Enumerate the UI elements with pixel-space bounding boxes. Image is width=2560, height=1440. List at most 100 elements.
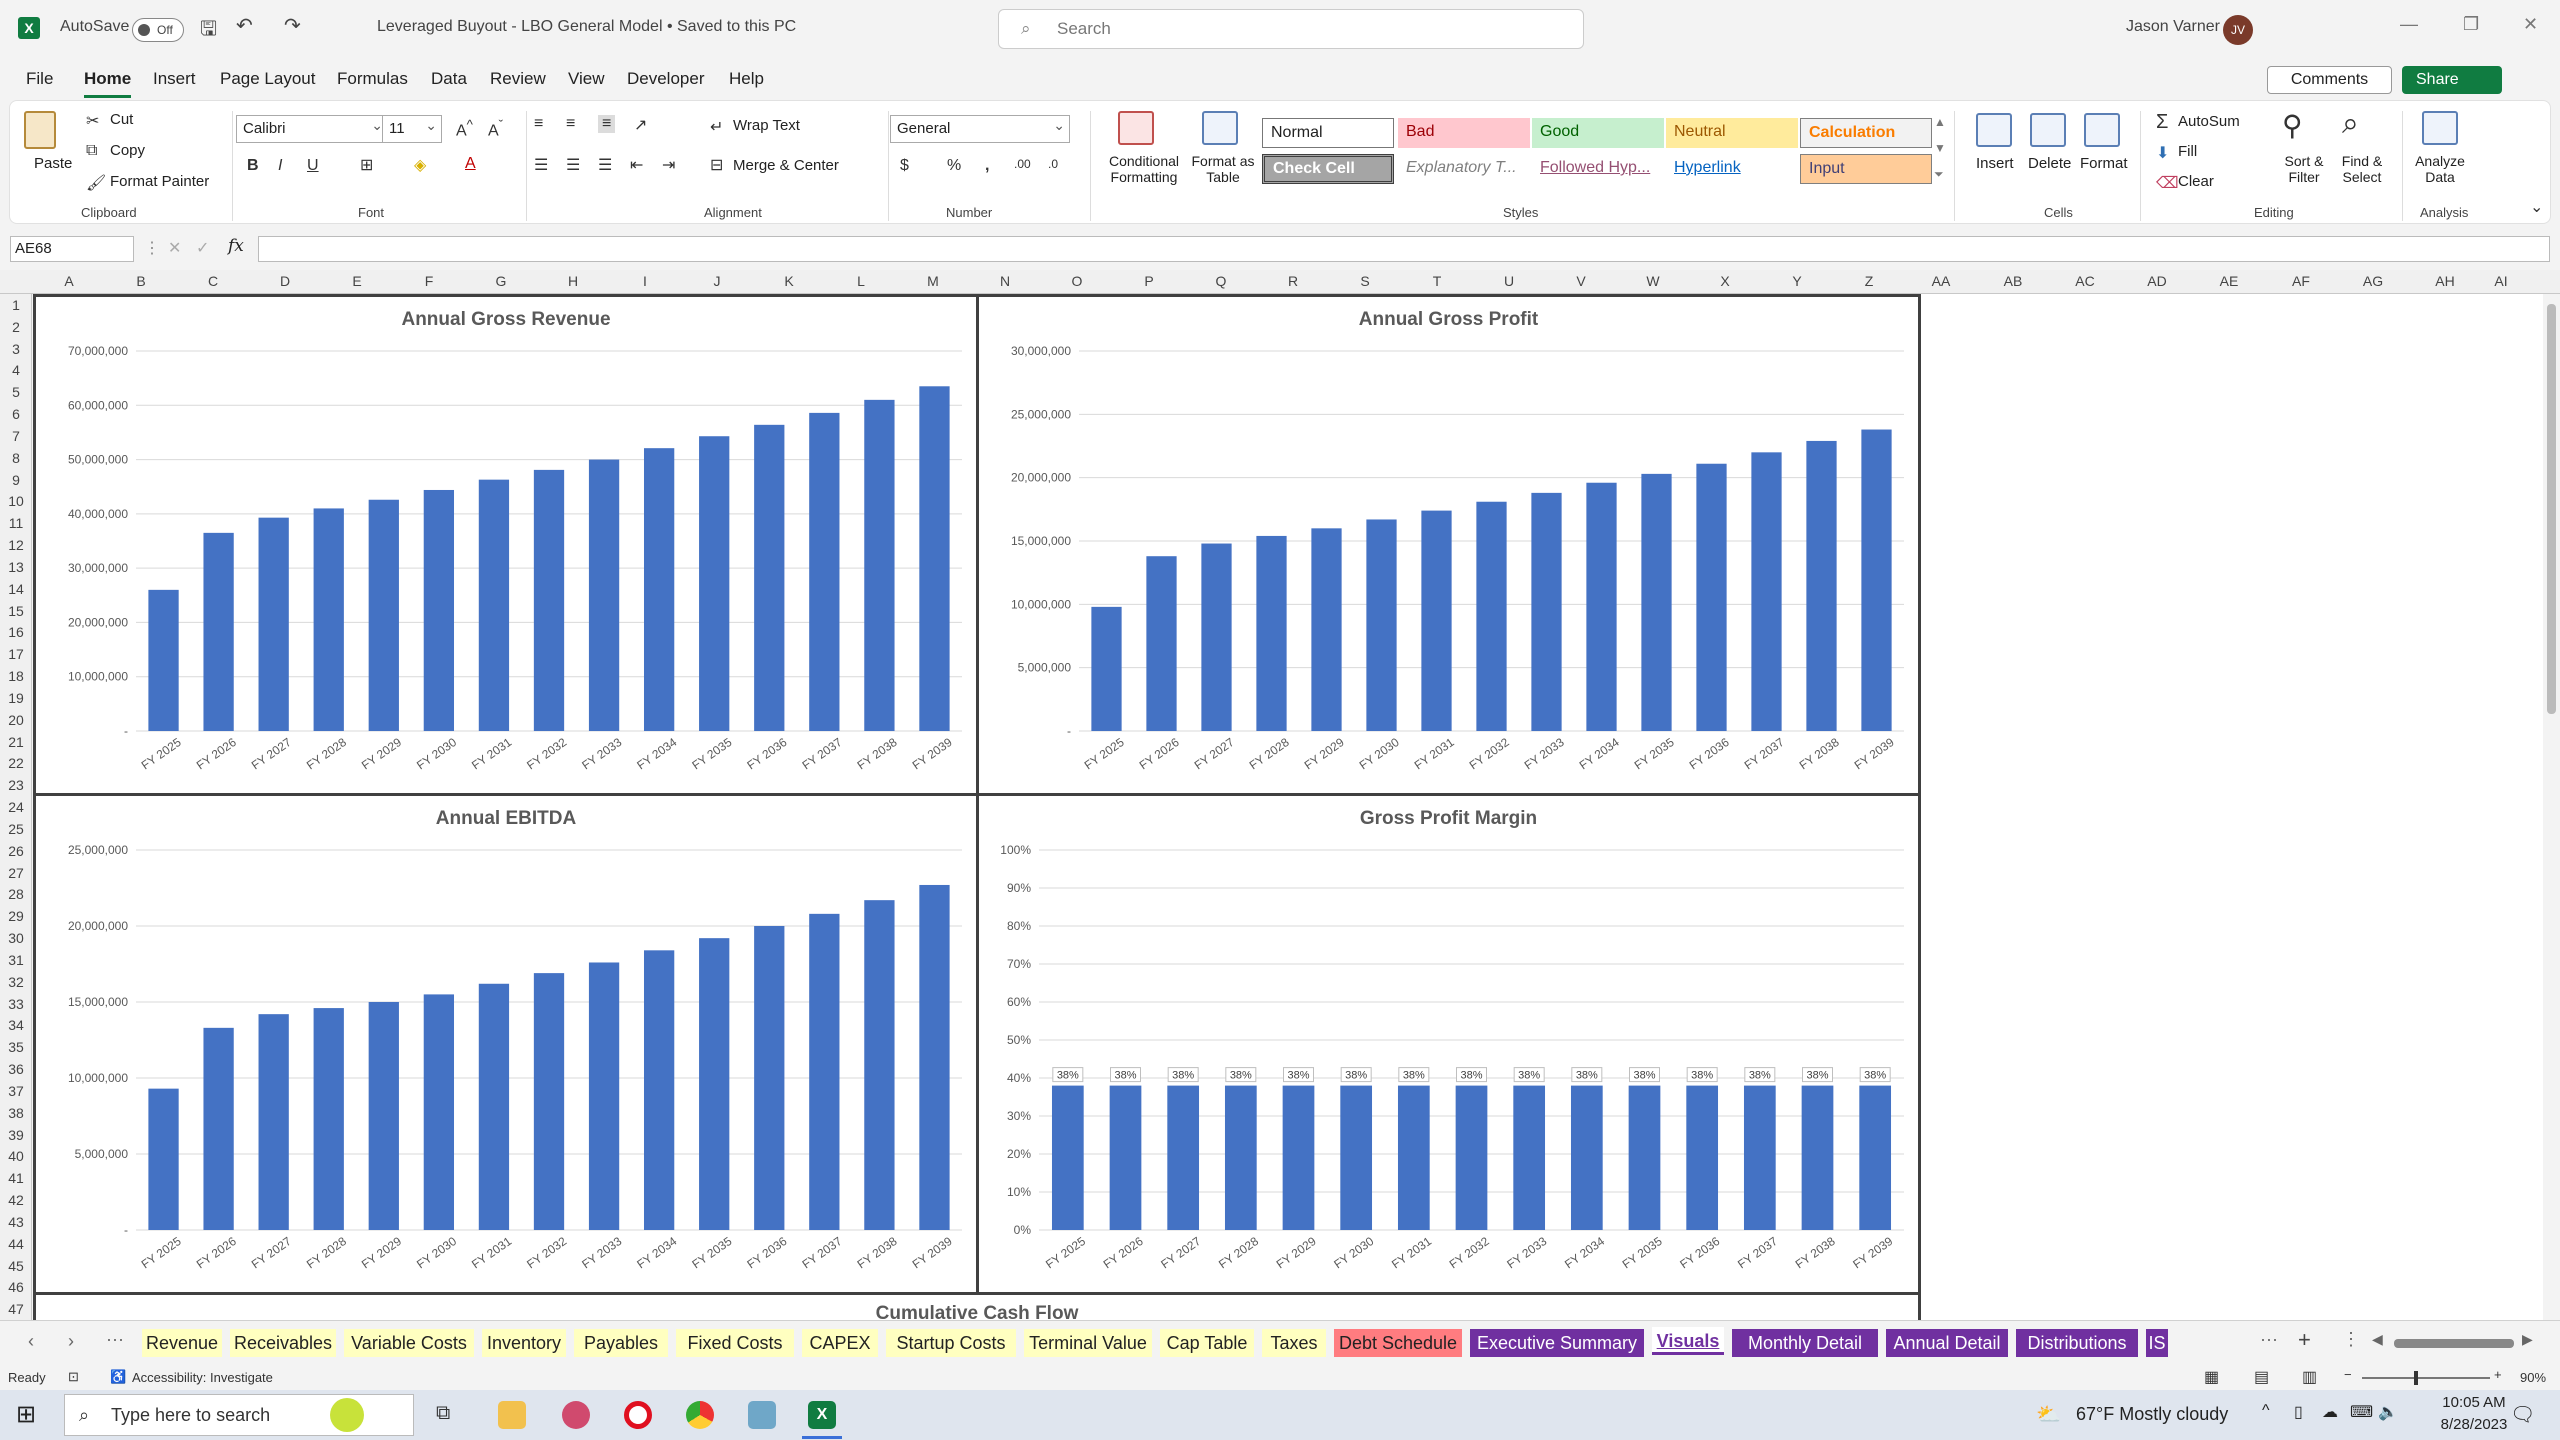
column-header[interactable]: U (1494, 273, 1524, 289)
cut-icon[interactable]: ✂ (86, 111, 99, 131)
style-good[interactable]: Good (1532, 118, 1664, 148)
column-header[interactable]: I (630, 273, 660, 289)
row-header[interactable]: 34 (0, 1017, 32, 1033)
row-header[interactable]: 17 (0, 646, 32, 662)
conditional-formatting-icon[interactable] (1118, 111, 1154, 145)
column-header[interactable]: P (1134, 273, 1164, 289)
decrease-font-icon[interactable]: Aˇ (488, 117, 503, 140)
chart-annual-gross-revenue[interactable]: Annual Gross Revenue -10,000,000 20,000,0… (33, 294, 979, 796)
sheet-tab[interactable]: Revenue (142, 1329, 222, 1357)
row-header[interactable]: 3 (0, 341, 32, 357)
page-break-view-icon[interactable]: ▥ (2302, 1367, 2317, 1387)
style-neutral[interactable]: Neutral (1666, 118, 1798, 148)
restore-icon[interactable]: ❐ (2463, 14, 2479, 35)
analyze-data-button[interactable]: Analyze Data (2408, 153, 2472, 185)
style-bad[interactable]: Bad (1398, 118, 1530, 148)
format-painter-icon[interactable]: 🖌 (86, 173, 106, 193)
tab-options-icon[interactable]: ⋮ (2342, 1329, 2360, 1350)
horizontal-scrollbar[interactable] (2394, 1339, 2514, 1348)
style-normal[interactable]: Normal (1262, 118, 1394, 148)
row-header[interactable]: 6 (0, 406, 32, 422)
align-right-icon[interactable]: ☰ (598, 155, 612, 175)
fill-icon[interactable]: ⬇ (2156, 143, 2169, 163)
row-header[interactable]: 27 (0, 865, 32, 881)
tray-device-icon[interactable]: ▯ (2294, 1402, 2303, 1422)
underline-icon[interactable]: U (307, 157, 319, 175)
row-header[interactable]: 20 (0, 712, 32, 728)
column-header[interactable]: T (1422, 273, 1452, 289)
styles-more-icon[interactable]: ⏷ (1934, 167, 1944, 182)
copy-icon[interactable]: ⧉ (86, 142, 97, 160)
column-header[interactable]: W (1638, 273, 1668, 289)
number-format-select[interactable]: General (890, 112, 1070, 143)
increase-font-icon[interactable]: A^ (456, 117, 473, 140)
currency-icon[interactable]: $ (900, 157, 909, 175)
row-header[interactable]: 18 (0, 668, 32, 684)
zoom-slider[interactable] (2362, 1377, 2490, 1379)
macro-icon[interactable]: ⊡ (68, 1369, 79, 1385)
row-header[interactable]: 40 (0, 1148, 32, 1164)
delete-cells-icon[interactable] (2030, 113, 2066, 147)
font-name-select[interactable]: Calibri (236, 112, 388, 143)
menu-page-layout[interactable]: Page Layout (220, 69, 315, 89)
column-header[interactable]: M (918, 273, 948, 289)
chart-annual-gross-profit[interactable]: Annual Gross Profit -5,000,000 10,000,000… (976, 294, 1921, 796)
fill-button[interactable]: Fill (2178, 143, 2197, 160)
more-tabs-icon[interactable]: ··· (2260, 1329, 2278, 1350)
row-header[interactable]: 41 (0, 1170, 32, 1186)
row-header[interactable]: 31 (0, 952, 32, 968)
cut-button[interactable]: Cut (110, 111, 133, 128)
sheet-tab[interactable]: Receivables (230, 1329, 336, 1357)
network-icon[interactable]: ⌨ (2350, 1402, 2373, 1422)
menu-developer[interactable]: Developer (627, 69, 705, 89)
row-header[interactable]: 10 (0, 493, 32, 509)
sheet-tab[interactable]: Distributions (2016, 1329, 2138, 1357)
column-header[interactable]: AI (2486, 273, 2516, 289)
cancel-icon[interactable]: ✕ (168, 238, 181, 258)
undo-icon[interactable]: ↶ (236, 13, 253, 38)
close-icon[interactable]: ✕ (2523, 14, 2538, 35)
style-followed-hyperlink[interactable]: Followed Hyp... (1532, 154, 1664, 184)
excel-taskbar-icon[interactable]: X (808, 1401, 836, 1429)
row-header[interactable]: 32 (0, 974, 32, 990)
menu-help[interactable]: Help (729, 69, 764, 89)
column-header[interactable]: A (54, 273, 84, 289)
snipping-tool-icon[interactable] (562, 1401, 590, 1429)
file-explorer-icon[interactable] (498, 1401, 526, 1429)
decrease-decimal-icon[interactable]: .0 (1048, 157, 1058, 171)
clear-icon[interactable]: ⌫ (2156, 173, 2179, 193)
row-header[interactable]: 46 (0, 1279, 32, 1295)
row-header[interactable]: 4 (0, 362, 32, 378)
column-header[interactable]: N (990, 273, 1020, 289)
row-header[interactable]: 7 (0, 428, 32, 444)
worksheet-area[interactable]: Annual Gross Revenue -10,000,000 20,000,0… (33, 294, 2543, 1320)
style-input[interactable]: Input (1800, 154, 1932, 184)
row-header[interactable]: 14 (0, 581, 32, 597)
style-explanatory[interactable]: Explanatory T... (1398, 154, 1530, 184)
wrap-text-button[interactable]: Wrap Text (733, 117, 800, 134)
onedrive-icon[interactable]: ☁ (2322, 1402, 2338, 1422)
sheet-tab[interactable]: Visuals (1652, 1327, 1724, 1355)
chart-annual-ebitda[interactable]: Annual EBITDA -5,000,000 10,000,000 15,000… (33, 793, 979, 1295)
decrease-indent-icon[interactable]: ⇤ (630, 155, 643, 175)
hscroll-right-icon[interactable]: ▶ (2522, 1331, 2533, 1348)
insert-function-icon[interactable]: fx (228, 236, 244, 256)
menu-file[interactable]: File (26, 69, 53, 89)
column-header[interactable]: AH (2430, 273, 2460, 289)
tab-scroll-left-icon[interactable]: ‹ (28, 1331, 34, 1352)
windows-start-icon[interactable]: ⊞ (16, 1400, 36, 1429)
comments-button[interactable]: Comments (2267, 66, 2392, 94)
column-header[interactable]: G (486, 273, 516, 289)
format-as-table-button[interactable]: Format as Table (1188, 153, 1258, 185)
row-header[interactable]: 2 (0, 319, 32, 335)
avatar[interactable]: JV (2223, 15, 2253, 45)
sheet-tab[interactable]: Annual Detail (1886, 1329, 2008, 1357)
row-header[interactable]: 12 (0, 537, 32, 553)
column-header[interactable]: Z (1854, 273, 1884, 289)
row-header[interactable]: 28 (0, 886, 32, 902)
merge-center-button[interactable]: Merge & Center (733, 157, 839, 174)
column-header[interactable]: R (1278, 273, 1308, 289)
more-tabs-icon[interactable]: ··· (106, 1329, 124, 1350)
opera-icon[interactable] (624, 1401, 652, 1429)
clear-button[interactable]: Clear (2178, 173, 2214, 190)
